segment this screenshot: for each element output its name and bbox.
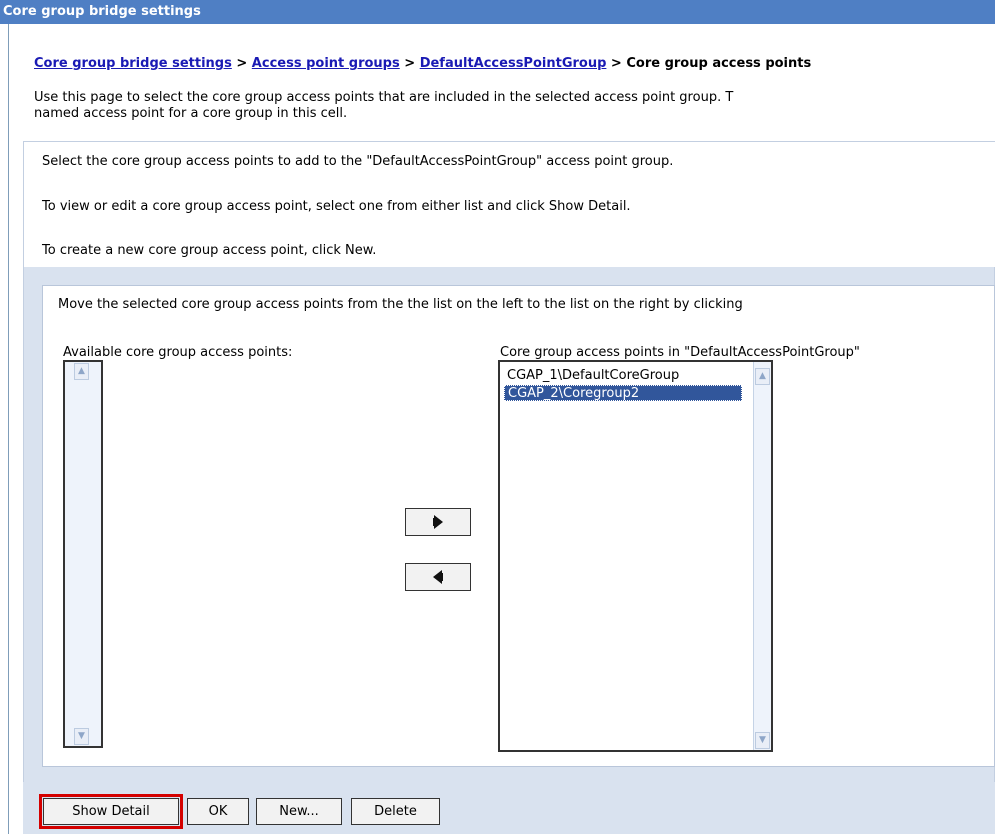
instructions-box: Select the core group access points to a… [24,142,995,267]
scroll-down-icon[interactable]: ▼ [755,732,770,749]
scroll-down-icon[interactable]: ▼ [74,728,89,745]
delete-button[interactable]: Delete [351,798,440,825]
breadcrumb-separator: > [404,56,416,71]
show-detail-button[interactable]: Show Detail [39,794,183,829]
instruction-create: To create a new core group access point,… [42,243,377,258]
breadcrumb-separator: > [236,56,248,71]
instruction-select: Select the core group access points to a… [42,154,674,169]
breadcrumb-separator: > [610,56,622,71]
breadcrumb-access-point-groups[interactable]: Access point groups [252,56,400,71]
available-access-points-list[interactable]: ▲ ▼ [63,360,103,748]
arrow-left-icon [433,570,443,584]
selected-list-label: Core group access points in "DefaultAcce… [500,345,860,360]
breadcrumb-default-access-point-group[interactable]: DefaultAccessPointGroup [420,56,607,71]
page-description: Use this page to select the core group a… [34,90,994,122]
add-to-group-button[interactable] [405,508,471,536]
breadcrumb-core-group-bridge-settings[interactable]: Core group bridge settings [34,56,232,71]
new-button[interactable]: New... [256,798,342,825]
selected-list-scrollbar[interactable]: ▲ ▼ [753,362,771,750]
list-item-selected[interactable]: CGAP_2\Coregroup2 [504,385,742,401]
remove-from-group-button[interactable] [405,563,471,591]
group-access-points-list[interactable]: CGAP_1\DefaultCoreGroup CGAP_2\Coregroup… [498,360,773,752]
available-list-label: Available core group access points: [63,345,293,360]
description-line-1: Use this page to select the core group a… [34,90,734,105]
arrow-right-icon [433,515,443,529]
instruction-view-edit: To view or edit a core group access poin… [42,199,631,214]
move-instructions: Move the selected core group access poin… [58,297,743,312]
list-item[interactable]: CGAP_1\DefaultCoreGroup [504,368,682,384]
available-list-scrollbar[interactable]: ▲ ▼ [65,362,101,746]
scroll-up-icon[interactable]: ▲ [74,363,89,380]
window-title: Core group bridge settings [0,0,995,24]
description-line-2: named access point for a core group in t… [34,106,348,121]
breadcrumb: Core group bridge settings > Access poin… [34,56,811,71]
breadcrumb-current: Core group access points [626,56,812,71]
ok-button[interactable]: OK [187,798,249,825]
scroll-up-icon[interactable]: ▲ [755,368,770,385]
